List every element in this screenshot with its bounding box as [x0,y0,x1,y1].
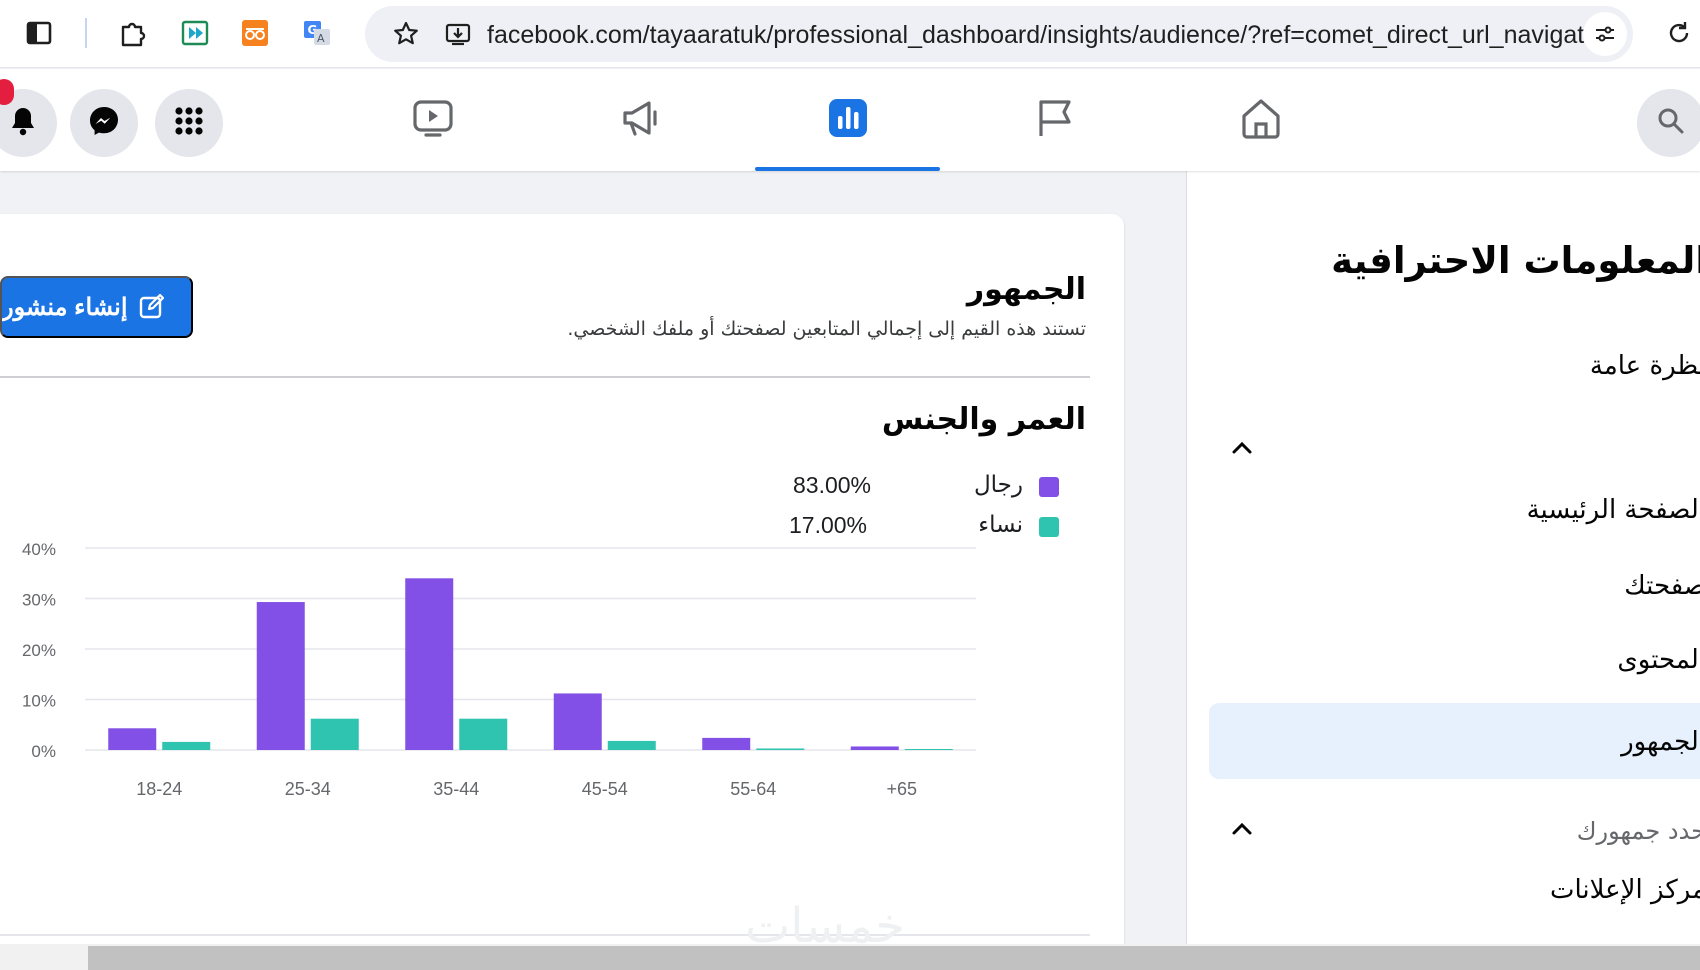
sidebar-item-content[interactable]: المحتوى [1617,645,1700,675]
search-button[interactable] [1637,89,1700,157]
sidebar-item-home[interactable]: الصفحة الرئيسية [1527,495,1700,525]
sidebar-title: المعلومات الاحترافية [1331,239,1700,282]
notification-badge [0,79,14,105]
y-tick-label: 20% [22,641,56,660]
messenger-button[interactable] [70,89,138,157]
x-tick-label: +65 [886,779,917,799]
create-post-button[interactable]: إنشاء منشور [0,276,193,338]
toolbar-separator [85,18,87,48]
bar-men [702,737,751,750]
browser-toolbar: GA facebook.com/tayaaratuk/professional_… [0,0,1700,68]
scrollbar-thumb[interactable] [88,946,1700,970]
sidebar-item-overview[interactable]: نظرة عامة [1590,351,1700,381]
messenger-icon [87,104,121,142]
site-settings-icon[interactable] [1583,12,1627,56]
bar-women [459,718,508,750]
x-tick-label: 25-34 [285,779,331,799]
sidebar-item-ads-center[interactable]: مركز الإعلانات [1550,875,1700,905]
bookmark-star-icon[interactable] [389,17,423,51]
tab-ads[interactable] [548,69,733,171]
chevron-up-icon[interactable] [1227,433,1257,463]
sidebar-item-your-page[interactable]: صفحتك [1624,571,1700,601]
reload-icon[interactable] [1662,16,1696,50]
chevron-up-icon[interactable] [1227,814,1257,844]
tab-video[interactable] [340,69,525,171]
spy-extension-icon[interactable] [238,16,272,50]
x-tick-label: 45-54 [582,779,628,799]
bar-women [310,718,359,750]
install-app-icon[interactable] [441,17,475,51]
tab-insights[interactable] [755,69,940,171]
bottom-divider [0,934,1090,936]
bell-icon [6,104,40,142]
translate-icon[interactable]: GA [300,16,334,50]
horizontal-scrollbar[interactable] [0,944,1700,970]
video-icon [412,97,454,143]
home-icon [1239,96,1283,144]
sidebar-section-target-audience[interactable]: حدد جمهورك [1577,817,1700,845]
tab-pages[interactable] [962,69,1147,171]
y-tick-label: 10% [22,692,56,711]
bar-chart-icon [827,97,869,143]
search-icon [1656,106,1686,140]
insights-sidebar: المعلومات الاحترافية نظرة عامة الصفحة ال… [1186,171,1700,945]
fast-forward-extension-icon[interactable] [178,16,212,50]
tab-home[interactable] [1168,69,1353,171]
edit-icon [138,293,166,321]
extensions-icon[interactable] [116,16,150,50]
svg-text:A: A [317,32,325,45]
y-tick-label: 40% [22,540,56,559]
bar-women [904,748,953,750]
url-text[interactable]: facebook.com/tayaaratuk/professional_das… [487,21,1611,50]
bar-men [108,728,157,750]
grid-menu-icon [172,104,206,142]
bar-men [405,578,454,750]
create-post-label: إنشاء منشور [2,293,128,321]
bar-women [756,748,805,750]
x-tick-label: 18-24 [136,779,182,799]
address-bar[interactable]: facebook.com/tayaaratuk/professional_das… [365,6,1633,62]
bar-women [607,740,656,750]
bar-women [162,741,211,750]
sidebar-item-audience[interactable]: الجمهور [1621,727,1700,757]
megaphone-icon [619,96,663,144]
sidebar-toggle-icon[interactable] [22,16,56,50]
facebook-top-nav [0,69,1700,171]
bar-men [256,602,305,750]
y-tick-label: 30% [22,591,56,610]
menu-button[interactable] [155,89,223,157]
y-tick-label: 0% [31,742,56,761]
x-tick-label: 35-44 [433,779,479,799]
flag-icon [1034,97,1076,143]
x-tick-label: 55-64 [730,779,776,799]
bar-men [850,746,899,750]
bar-men [553,693,602,750]
